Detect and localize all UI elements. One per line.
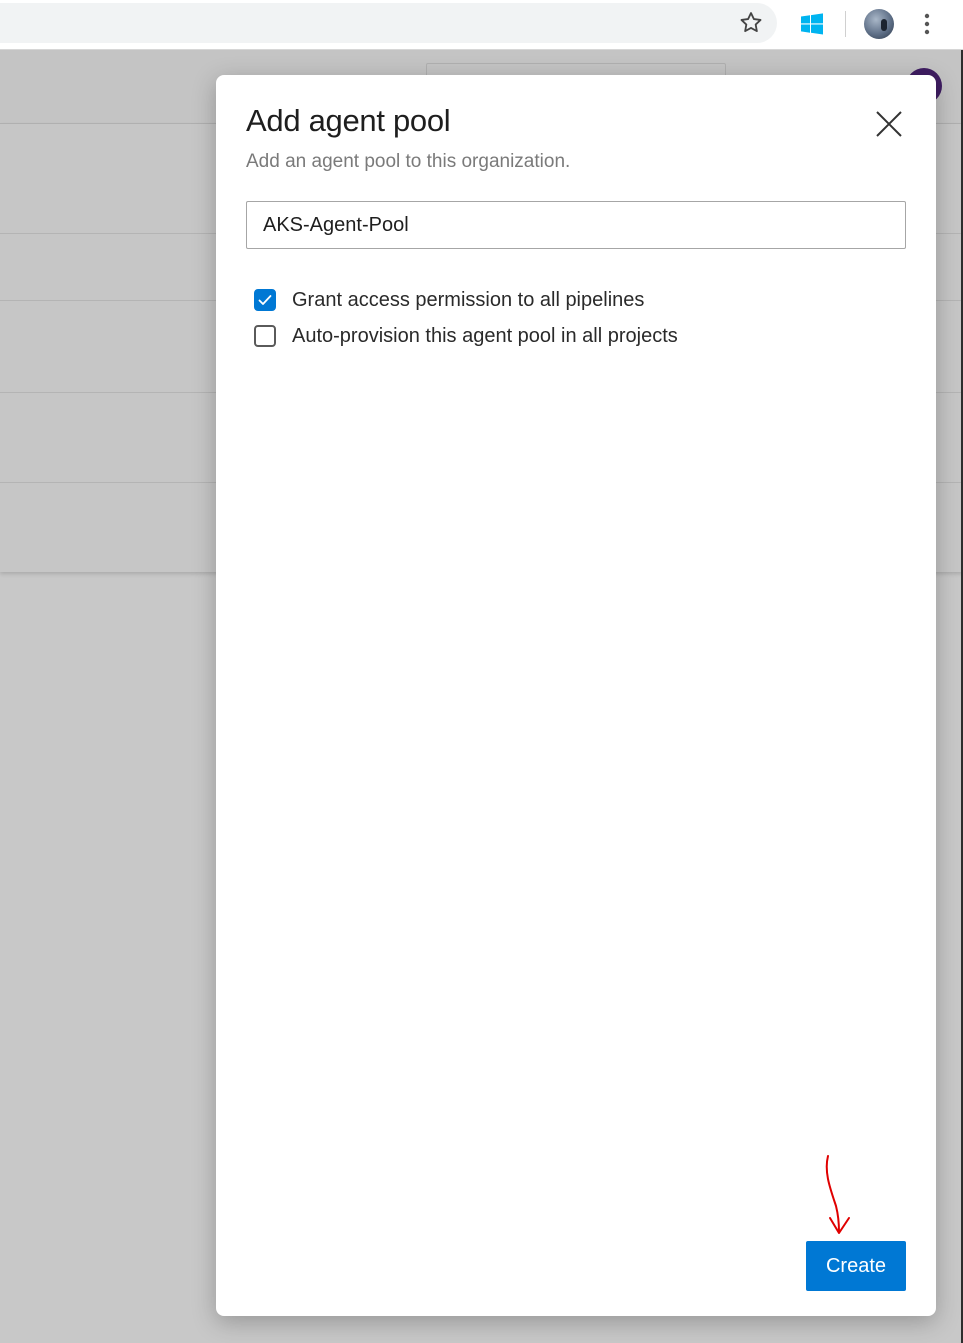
grant-access-label: Grant access permission to all pipelines: [292, 288, 645, 311]
more-menu-icon[interactable]: [917, 10, 937, 38]
profile-avatar[interactable]: [864, 9, 894, 39]
agent-pool-name-input[interactable]: [246, 201, 906, 249]
auto-provision-option[interactable]: Auto-provision this agent pool in all pr…: [254, 321, 678, 351]
address-bar[interactable]: [0, 3, 777, 43]
grant-access-option[interactable]: Grant access permission to all pipelines: [254, 285, 644, 315]
checkmark-icon: [258, 295, 272, 305]
close-button[interactable]: [871, 106, 907, 142]
auto-provision-label: Auto-provision this agent pool in all pr…: [292, 324, 678, 347]
grant-access-checkbox[interactable]: [254, 289, 276, 311]
windows-icon[interactable]: [800, 12, 824, 36]
browser-toolbar: [0, 0, 963, 50]
add-agent-pool-dialog: Add agent pool Add an agent pool to this…: [216, 75, 936, 1316]
toolbar-divider: [845, 11, 846, 37]
dialog-title: Add agent pool: [246, 103, 451, 138]
dialog-subtitle: Add an agent pool to this organization.: [246, 151, 571, 172]
close-icon: [876, 111, 902, 137]
star-icon[interactable]: [738, 10, 764, 36]
create-button[interactable]: Create: [806, 1241, 906, 1291]
auto-provision-checkbox[interactable]: [254, 325, 276, 347]
